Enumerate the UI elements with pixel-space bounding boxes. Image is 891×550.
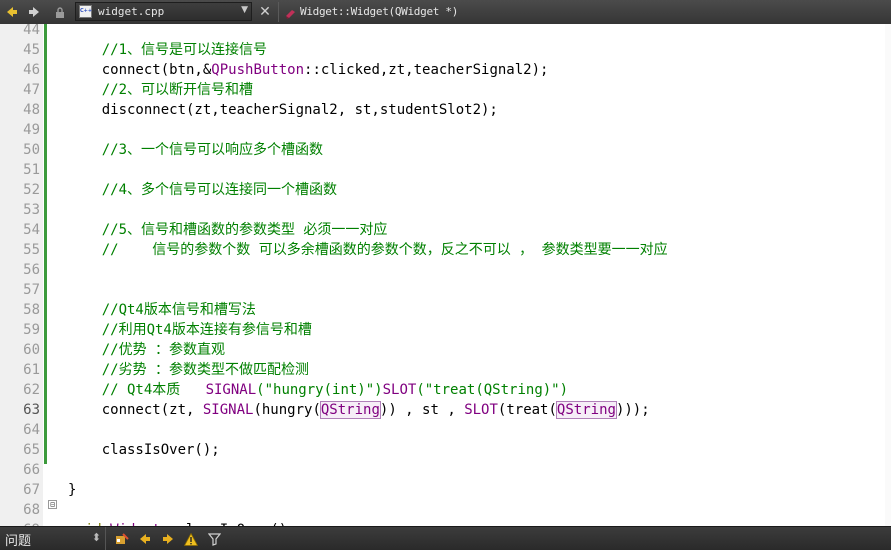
forward-arrow-icon[interactable] <box>25 3 43 21</box>
chevron-updown-icon[interactable]: ⬍ <box>92 531 101 544</box>
code-text[interactable]: //2、可以断开信号和槽 <box>68 80 253 100</box>
line-number: 61 <box>23 362 40 378</box>
code-text[interactable]: //劣势 ：参数类型不做匹配检测 <box>68 360 309 380</box>
line-number: 49 <box>23 122 40 138</box>
toolbar-divider <box>278 2 279 22</box>
line-number: 59 <box>23 322 40 338</box>
code-text[interactable]: disconnect(zt,teacherSignal2, st,student… <box>68 100 498 120</box>
line-number: 45 <box>23 42 40 58</box>
close-icon[interactable]: ✕ <box>256 3 274 21</box>
code-line[interactable]: 61 //劣势 ：参数类型不做匹配检测 <box>0 360 891 380</box>
code-line[interactable]: 49 <box>0 120 891 140</box>
line-number: 67 <box>23 482 40 498</box>
line-number: 66 <box>23 462 40 478</box>
code-text[interactable]: classIsOver(); <box>68 440 220 460</box>
line-number: 48 <box>23 102 40 118</box>
code-line[interactable]: 52 //4、多个信号可以连接同一个槽函数 <box>0 180 891 200</box>
document-name: widget.cpp <box>98 5 165 18</box>
issues-pane-label: 问题 <box>5 534 32 549</box>
line-number: 57 <box>23 282 40 298</box>
line-number: 52 <box>23 182 40 198</box>
code-line[interactable]: 46 connect(btn,&QPushButton::clicked,zt,… <box>0 60 891 80</box>
code-line[interactable]: 57 <box>0 280 891 300</box>
line-number: 51 <box>23 162 40 178</box>
code-line[interactable]: 64 <box>0 420 891 440</box>
output-pane-selector[interactable]: 问题 ⬍ <box>0 527 106 550</box>
line-number: 46 <box>23 62 40 78</box>
code-line[interactable]: 66 <box>0 460 891 480</box>
code-line[interactable]: 55 // 信号的参数个数 可以多余槽函数的参数个数，反之不可以 ， 参数类型要… <box>0 240 891 260</box>
code-line[interactable]: 51 <box>0 160 891 180</box>
build-issues-icon[interactable] <box>113 530 131 548</box>
line-number: 60 <box>23 342 40 358</box>
code-text[interactable]: // 信号的参数个数 可以多余槽函数的参数个数，反之不可以 ， 参数类型要一一对… <box>68 240 668 260</box>
line-number: 44 <box>23 24 40 38</box>
code-text[interactable]: //1、信号是可以连接信号 <box>68 40 267 60</box>
line-number: 63 <box>23 402 40 418</box>
line-number: 62 <box>23 382 40 398</box>
code-text[interactable]: connect(zt, SIGNAL(hungry(QString)) , st… <box>68 400 650 420</box>
code-line[interactable]: 45 //1、信号是可以连接信号 <box>0 40 891 60</box>
editor-right-margin <box>885 24 891 526</box>
previous-arrow-icon[interactable] <box>136 530 154 548</box>
symbol-icon <box>284 5 296 19</box>
code-line[interactable]: 58 //Qt4版本信号和槽写法 <box>0 300 891 320</box>
code-text[interactable]: } <box>68 480 76 500</box>
code-text[interactable]: // Qt4本质 SIGNAL("hungry(int)")SLOT("trea… <box>68 380 568 400</box>
lock-icon[interactable] <box>51 3 69 21</box>
filter-icon[interactable] <box>205 530 223 548</box>
line-number: 55 <box>23 242 40 258</box>
line-number: 64 <box>23 422 40 438</box>
code-line[interactable]: 62 // Qt4本质 SIGNAL("hungry(int)")SLOT("t… <box>0 380 891 400</box>
line-number: 54 <box>23 222 40 238</box>
open-document-combobox[interactable]: C++ widget.cpp ▼ <box>75 2 252 21</box>
code-line[interactable]: 56 <box>0 260 891 280</box>
line-number: 56 <box>23 262 40 278</box>
cpp-file-icon: C++ <box>79 5 92 18</box>
code-editor[interactable]: ⊟ 44 45 //1、信号是可以连接信号 46 connect(btn,&QPus… <box>0 24 891 526</box>
code-text[interactable]: //4、多个信号可以连接同一个槽函数 <box>68 180 337 200</box>
line-number: 47 <box>23 82 40 98</box>
code-line[interactable]: 47 //2、可以断开信号和槽 <box>0 80 891 100</box>
next-arrow-icon[interactable] <box>159 530 177 548</box>
line-number: 68 <box>23 502 40 518</box>
chevron-down-icon[interactable]: ▼ <box>241 5 248 15</box>
code-line[interactable]: 54 //5、信号和槽函数的参数类型 必须一一对应 <box>0 220 891 240</box>
line-number: 58 <box>23 302 40 318</box>
code-line[interactable]: 65 classIsOver(); <box>0 440 891 460</box>
line-number: 53 <box>23 202 40 218</box>
code-line[interactable]: 48 disconnect(zt,teacherSignal2, st,stud… <box>0 100 891 120</box>
line-number: 50 <box>23 142 40 158</box>
code-line[interactable]: 59 //利用Qt4版本连接有参信号和槽 <box>0 320 891 340</box>
code-text[interactable]: connect(btn,&QPushButton::clicked,zt,tea… <box>68 60 549 80</box>
code-line[interactable]: 44 <box>0 24 891 40</box>
line-number: 65 <box>23 442 40 458</box>
symbol-combobox[interactable]: Widget::Widget(QWidget *) <box>300 5 458 18</box>
code-text[interactable]: //Qt4版本信号和槽写法 <box>68 300 256 320</box>
code-text[interactable]: //优势 ：参数直观 <box>68 340 225 360</box>
code-text[interactable]: //5、信号和槽函数的参数类型 必须一一对应 <box>68 220 388 240</box>
code-line[interactable]: 53 <box>0 200 891 220</box>
output-pane-bar: 问题 ⬍ <box>0 526 891 550</box>
warning-icon[interactable] <box>182 530 200 548</box>
code-line[interactable]: 63 connect(zt, SIGNAL(hungry(QString)) ,… <box>0 400 891 420</box>
code-line[interactable]: 60 //优势 ：参数直观 <box>0 340 891 360</box>
code-line[interactable]: 67} <box>0 480 891 500</box>
code-line[interactable]: 50 //3、一个信号可以响应多个槽函数 <box>0 140 891 160</box>
code-line[interactable]: 68 <box>0 500 891 520</box>
code-text[interactable]: //利用Qt4版本连接有参信号和槽 <box>68 320 312 340</box>
editor-toolbar: C++ widget.cpp ▼ ✕ Widget::Widget(QWidge… <box>0 0 891 25</box>
code-text[interactable]: //3、一个信号可以响应多个槽函数 <box>68 140 323 160</box>
back-arrow-icon[interactable] <box>3 3 21 21</box>
